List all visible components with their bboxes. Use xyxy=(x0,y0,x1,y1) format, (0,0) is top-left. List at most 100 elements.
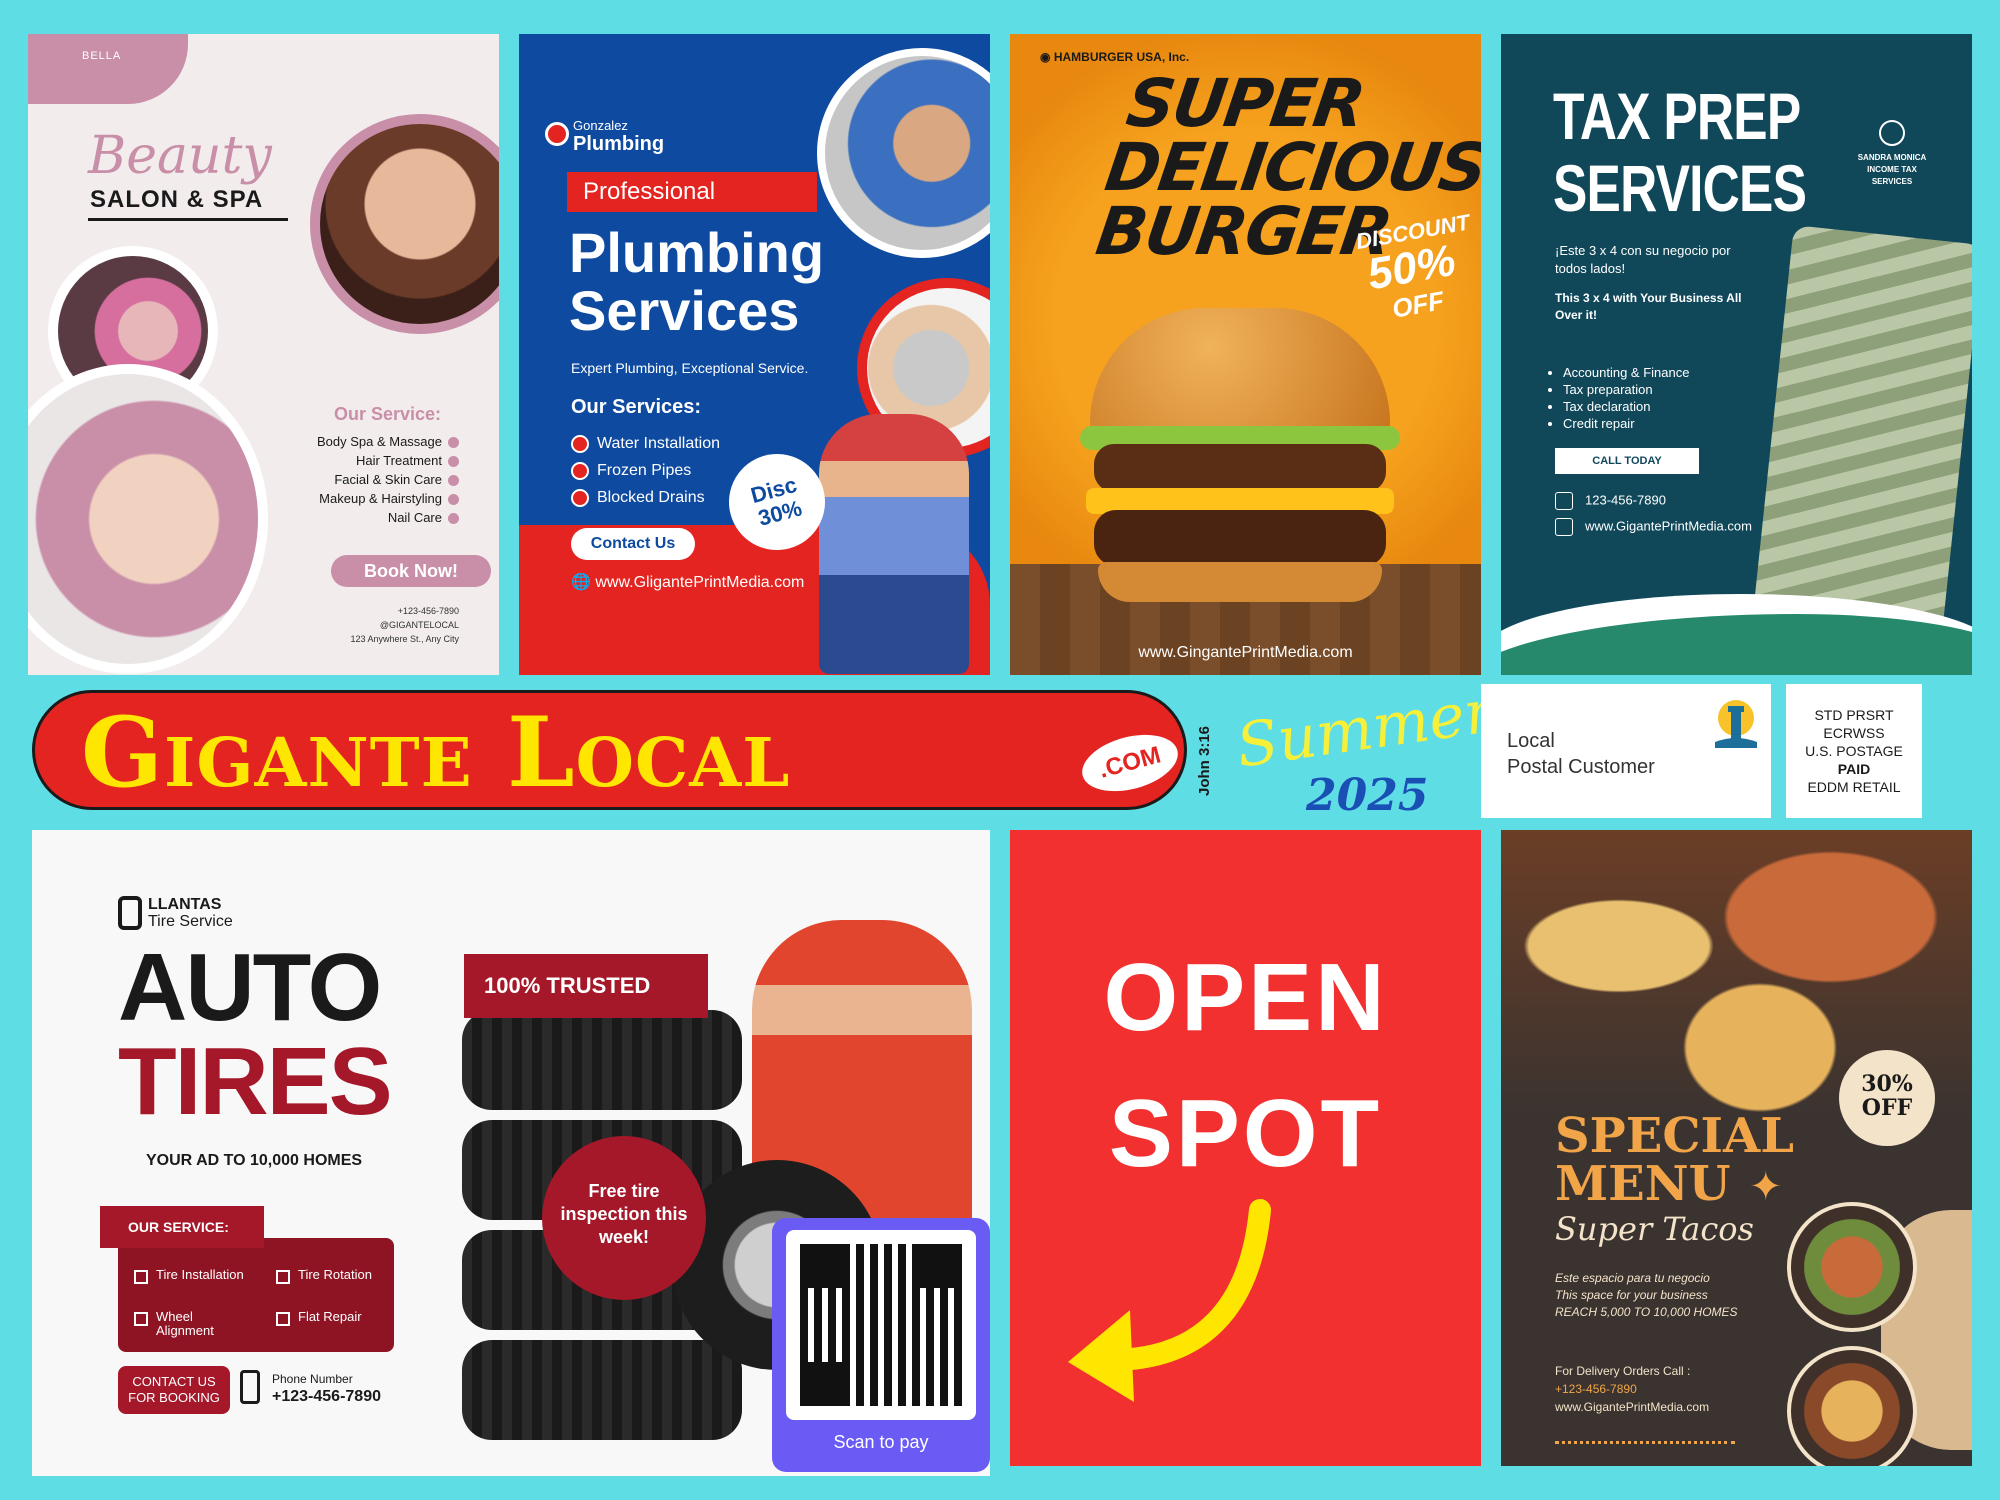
service-item: Blocked Drains xyxy=(571,484,720,511)
service-item: Hair Treatment xyxy=(317,451,459,470)
burger-ad[interactable]: ◉ HAMBURGER USA, Inc. SUPER DELICIOUS BU… xyxy=(1010,34,1481,675)
check-icon xyxy=(448,475,459,487)
service-item: Nail Care xyxy=(317,508,459,527)
contact-us-button[interactable]: Contact Us xyxy=(571,528,695,560)
discount-badge: 30% OFF xyxy=(1839,1050,1935,1146)
website-link[interactable]: 🌐 www.GligantePrintMedia.com xyxy=(571,572,804,592)
ad-title-2: TIRES xyxy=(118,1028,393,1135)
tire-icon xyxy=(118,896,142,930)
discount-badge: DISCOUNT 50% OFF xyxy=(1353,209,1472,324)
subtitle: Expert Plumbing, Exceptional Service. xyxy=(571,360,809,376)
services-box: Tire Installation Tire Rotation Wheel Al… xyxy=(118,1238,394,1352)
phone-text: +123-456-7890 xyxy=(397,606,459,616)
ad-title: Plumbing Services xyxy=(569,221,825,342)
qr-code-icon xyxy=(800,1244,962,1406)
service-item: Tax preparation xyxy=(1563,381,1689,398)
header-band xyxy=(28,34,188,104)
spanish-text: ¡Este 3 x 4 con su negocio por todos lad… xyxy=(1555,243,1731,276)
arrow-icon xyxy=(1068,1199,1271,1402)
scan-label: Scan to pay xyxy=(833,1432,929,1452)
plumbing-logo-icon xyxy=(545,122,569,146)
ad-title: TAX PREP SERVICES xyxy=(1553,79,1807,225)
book-now-button[interactable]: Book Now! xyxy=(331,555,491,587)
services-title: Our Service: xyxy=(334,404,442,424)
plumber-photo xyxy=(817,48,990,258)
ad-title: SUPER DELICIOUS BURGER xyxy=(1091,65,1481,270)
check-icon xyxy=(571,461,589,480)
gigante-local-banner: Gigante Local .COM xyxy=(32,690,1187,810)
service-item: Tax declaration xyxy=(1563,398,1689,415)
title-underline xyxy=(88,218,288,221)
wavy-divider xyxy=(1555,1434,1735,1444)
plumbing-ad[interactable]: Gonzalez Plumbing Professional Plumbing … xyxy=(519,34,990,675)
lighthouse-icon xyxy=(1715,700,1757,748)
service-item: Accounting & Finance xyxy=(1563,364,1689,381)
open-spot-ad[interactable]: OPEN SPOT xyxy=(1010,830,1481,1466)
services-title: Our Services: xyxy=(571,396,702,418)
burger-bun-top xyxy=(1090,308,1390,438)
open-spot-text: OPEN SPOT xyxy=(1103,944,1388,1187)
english-text: This 3 x 4 with Your Business All Over i… xyxy=(1555,291,1742,322)
domain-badge: .COM xyxy=(1075,725,1185,801)
phone-text: 123-456-7890 xyxy=(1555,492,1666,510)
burger-bun-bottom xyxy=(1098,562,1382,602)
phone-icon xyxy=(240,1370,260,1404)
tire xyxy=(462,1010,742,1110)
season-script: Summer xyxy=(1232,676,1498,782)
tire xyxy=(462,1340,742,1440)
check-icon xyxy=(276,1270,290,1284)
sparkle-icon: ✦ xyxy=(1749,1165,1783,1209)
money-photo xyxy=(1753,225,1972,633)
tacos-circle-photo xyxy=(1787,1202,1917,1332)
service-item: Frozen Pipes xyxy=(571,457,720,484)
postal-address-box: Local Postal Customer xyxy=(1481,684,1771,818)
tax-prep-ad[interactable]: TAX PREP SERVICES SANDRA MONICA INCOME T… xyxy=(1501,34,1972,675)
call-today-button[interactable]: CALL TODAY xyxy=(1555,448,1699,474)
beauty-salon-ad[interactable]: BELLA Beauty SALON & SPA Our Service: Bo… xyxy=(28,34,499,675)
service-item: Credit repair xyxy=(1563,415,1689,432)
tacos-ad[interactable]: 30% OFF SPECIAL MENU ✦ Super Tacos Este … xyxy=(1501,830,1972,1466)
check-icon xyxy=(448,494,459,506)
service-item: Water Installation xyxy=(571,430,720,457)
reach-text: YOUR AD TO 10,000 HOMES xyxy=(146,1152,363,1169)
contact-info: +123-456-7890 @GIGANTELOCAL 123 Anywhere… xyxy=(350,604,459,646)
site-name: Gigante Local xyxy=(81,696,791,809)
globe-icon: ◉ xyxy=(1040,50,1051,64)
check-icon xyxy=(448,513,459,525)
burger-patty xyxy=(1094,444,1386,492)
company-logo: SANDRA MONICA INCOME TAX SERVICES xyxy=(1847,120,1937,188)
season-year: 2025 xyxy=(1306,770,1429,821)
website-link[interactable]: www.GigantePrintMedia.com xyxy=(1555,518,1752,536)
ad-title-1: AUTO xyxy=(118,934,382,1041)
service-item: Facial & Skin Care xyxy=(317,470,459,489)
check-icon xyxy=(276,1312,290,1326)
check-icon xyxy=(571,488,589,507)
website-link[interactable]: www.GingantePrintMedia.com xyxy=(1010,644,1481,662)
website-link[interactable]: www.GigantePrintMedia.com xyxy=(1555,1398,1709,1416)
services-list: Water Installation Frozen Pipes Blocked … xyxy=(571,430,720,511)
indicia-text: STD PRSRT ECRWSS U.S. POSTAGE PAID EDDM … xyxy=(1805,707,1903,795)
qr-code[interactable] xyxy=(786,1230,976,1420)
face-photo xyxy=(310,114,499,334)
qr-payment-card[interactable]: Scan to pay xyxy=(772,1218,990,1472)
brand-name: BELLA xyxy=(82,50,122,62)
script-title: Beauty xyxy=(88,126,272,186)
check-icon xyxy=(134,1312,148,1326)
service-item: Flat Repair xyxy=(276,1310,386,1326)
globe-icon xyxy=(1555,518,1573,536)
chart-icon xyxy=(1879,120,1905,146)
globe-icon: 🌐 xyxy=(571,574,591,591)
burger-patty xyxy=(1094,510,1386,566)
postage-indicia: STD PRSRT ECRWSS U.S. POSTAGE PAID EDDM … xyxy=(1786,684,1922,818)
service-item: Makeup & Hairstyling xyxy=(317,489,459,508)
body-text: Este espacio para tu negocio This space … xyxy=(1555,1271,1738,1319)
plumbing-logo: Gonzalez Plumbing xyxy=(545,118,664,156)
check-icon xyxy=(571,434,589,453)
check-icon xyxy=(134,1270,148,1284)
phone-block: Phone Number +123-456-7890 xyxy=(240,1370,381,1406)
contact-booking-button[interactable]: CONTACT US FOR BOOKING xyxy=(118,1366,230,1414)
services-list: Accounting & Finance Tax preparation Tax… xyxy=(1563,364,1689,432)
check-icon xyxy=(448,437,459,449)
trusted-ribbon: 100% TRUSTED xyxy=(464,954,708,1018)
auto-tires-ad[interactable]: LLANTAS Tire Service AUTO TIRES YOUR AD … xyxy=(32,830,990,1476)
